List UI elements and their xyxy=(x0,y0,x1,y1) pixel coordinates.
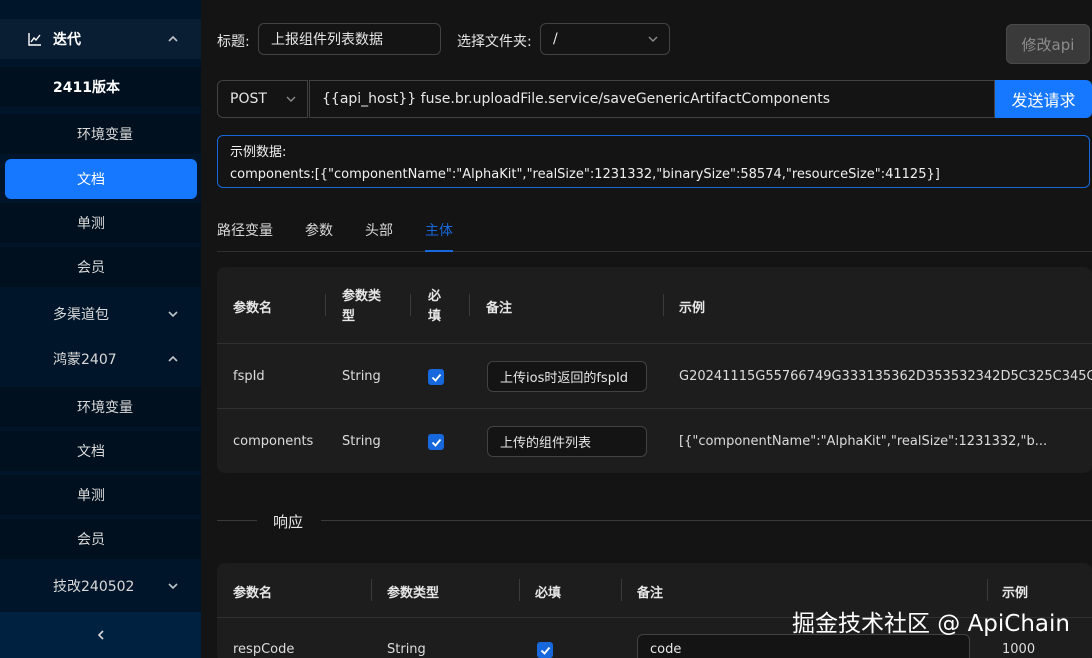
sidebar-item-member-2[interactable]: 会员 xyxy=(0,519,201,559)
chevron-up-icon xyxy=(167,353,179,365)
sidebar-item-member[interactable]: 会员 xyxy=(0,247,201,287)
param-name: components xyxy=(233,434,314,449)
col-header-note: 备注 xyxy=(486,301,513,316)
col-header-type: 参数类型 xyxy=(342,287,381,327)
col-divider xyxy=(325,294,326,316)
title-label: 标题: xyxy=(217,34,250,50)
chevron-down-icon xyxy=(167,580,179,592)
col-header-required-line2: 填 xyxy=(428,309,442,324)
method-select[interactable]: POST xyxy=(217,80,308,118)
chevron-down-icon xyxy=(167,308,179,320)
example-line-2: components:[{"componentName":"AlphaKit",… xyxy=(230,167,940,182)
example-textarea[interactable]: 示例数据: components:[{"componentName":"Alph… xyxy=(217,135,1090,188)
chevron-down-icon xyxy=(285,93,297,105)
sidebar-item-label: 会员 xyxy=(77,260,105,276)
sidebar-item-multichannel[interactable]: 多渠道包 xyxy=(0,294,201,334)
url-input[interactable]: {{api_host}} fuse.br.uploadFile.service/… xyxy=(309,80,995,118)
sidebar-item-label: 单测 xyxy=(77,488,105,504)
sidebar-item-harmony[interactable]: 鸿蒙2407 xyxy=(0,339,201,379)
tab-path-vars[interactable]: 路径变量 xyxy=(217,220,273,240)
col-header-required: 必填 xyxy=(428,287,441,327)
body-params-table: 参数名 参数类型 必填 备注 示例 fspId String 上传ios时返回的… xyxy=(217,267,1092,473)
col-divider xyxy=(519,579,520,601)
divider-line xyxy=(217,520,257,521)
folder-select[interactable]: / xyxy=(540,23,670,55)
tab-params[interactable]: 参数 xyxy=(305,220,333,240)
sidebar-item-label: 单测 xyxy=(77,216,105,232)
sidebar-item-label: 迭代 xyxy=(53,32,81,48)
tab-bar: 路径变量 参数 头部 主体 xyxy=(217,216,1092,252)
col-header-name: 参数名 xyxy=(233,586,273,601)
sidebar-item-label: 2411版本 xyxy=(53,80,120,96)
sidebar-item-label: 环境变量 xyxy=(77,400,133,416)
col-header-required-line1: 必 xyxy=(428,289,442,304)
sidebar-item-env[interactable]: 环境变量 xyxy=(0,114,201,154)
chevron-down-icon xyxy=(647,33,659,45)
sidebar-item-label: 文档 xyxy=(77,172,105,188)
required-checkbox[interactable] xyxy=(428,369,444,385)
sidebar-collapse-button[interactable] xyxy=(0,612,201,658)
col-divider xyxy=(469,294,470,316)
response-title: 响应 xyxy=(273,513,304,531)
sidebar-item-tech[interactable]: 技改240502 xyxy=(0,566,201,606)
col-header-required: 必填 xyxy=(535,586,562,601)
example-value: [{"componentName":"AlphaKit","realSize":… xyxy=(679,434,1048,449)
sidebar-item-docs-active[interactable]: 文档 xyxy=(5,159,197,199)
folder-select-value: / xyxy=(553,31,558,47)
sidebar: 迭代 2411版本 环境变量 文档 单测 会员 多渠道包 鸿蒙2407 环境变量… xyxy=(0,0,201,658)
row-divider xyxy=(217,408,1092,409)
sidebar-item-label: 会员 xyxy=(77,532,105,548)
chevron-up-icon xyxy=(167,33,179,45)
col-header-note: 备注 xyxy=(637,586,664,601)
sidebar-item-label: 鸿蒙2407 xyxy=(53,352,117,368)
col-header-type-line2: 型 xyxy=(342,309,356,324)
title-input[interactable]: 上报组件列表数据 xyxy=(258,23,441,55)
col-divider xyxy=(371,579,372,601)
col-header-example: 示例 xyxy=(679,301,706,316)
note-input[interactable]: 上传ios时返回的fspId xyxy=(487,361,647,392)
tab-ink-bar xyxy=(425,250,453,252)
modify-api-button[interactable]: 修改api xyxy=(1006,24,1090,64)
sidebar-item-env-2[interactable]: 环境变量 xyxy=(0,387,201,427)
tab-body[interactable]: 主体 xyxy=(425,220,453,240)
line-chart-icon xyxy=(28,32,42,46)
main-panel: 标题: 上报组件列表数据 选择文件夹: / 修改api POST {{api_h… xyxy=(201,0,1092,658)
sidebar-item-docs-2[interactable]: 文档 xyxy=(0,431,201,471)
divider-line xyxy=(321,520,1092,521)
col-divider xyxy=(621,579,622,601)
param-type: String xyxy=(342,369,381,384)
col-header-type: 参数类型 xyxy=(387,586,440,601)
example-line-1: 示例数据: xyxy=(230,145,287,160)
example-value: 1000 xyxy=(1002,642,1036,657)
method-value: POST xyxy=(230,91,267,107)
col-divider xyxy=(410,294,411,316)
param-type: String xyxy=(387,642,426,657)
sidebar-item-label: 技改240502 xyxy=(53,579,135,595)
row-divider xyxy=(217,343,1092,344)
required-checkbox[interactable] xyxy=(537,642,553,658)
note-input[interactable]: 上传的组件列表 xyxy=(487,426,647,457)
sidebar-item-iteration[interactable]: 迭代 xyxy=(0,19,201,59)
sidebar-item-label: 多渠道包 xyxy=(53,307,109,323)
chevron-left-icon xyxy=(95,629,107,641)
sidebar-item-label: 文档 xyxy=(77,444,105,460)
tab-headers[interactable]: 头部 xyxy=(365,220,393,240)
col-divider xyxy=(663,294,664,316)
col-header-example: 示例 xyxy=(1002,586,1029,601)
sidebar-item-2411[interactable]: 2411版本 xyxy=(0,67,201,107)
col-header-type-line1: 参数类 xyxy=(342,289,382,304)
sidebar-item-label: 环境变量 xyxy=(77,127,133,143)
param-name: respCode xyxy=(233,642,295,657)
sidebar-item-unittest[interactable]: 单测 xyxy=(0,203,201,243)
param-name: fspId xyxy=(233,369,265,384)
folder-label: 选择文件夹: xyxy=(457,34,532,50)
required-checkbox[interactable] xyxy=(428,434,444,450)
sidebar-item-unittest-2[interactable]: 单测 xyxy=(0,475,201,515)
send-request-button[interactable]: 发送请求 xyxy=(995,80,1092,118)
community-watermark: 掘金技术社区 @ ApiChain xyxy=(791,611,1070,637)
param-type: String xyxy=(342,434,381,449)
col-header-name: 参数名 xyxy=(233,301,273,316)
col-divider xyxy=(987,579,988,601)
example-value: G20241115G55766749G333135362D353532342D5… xyxy=(679,369,1092,384)
